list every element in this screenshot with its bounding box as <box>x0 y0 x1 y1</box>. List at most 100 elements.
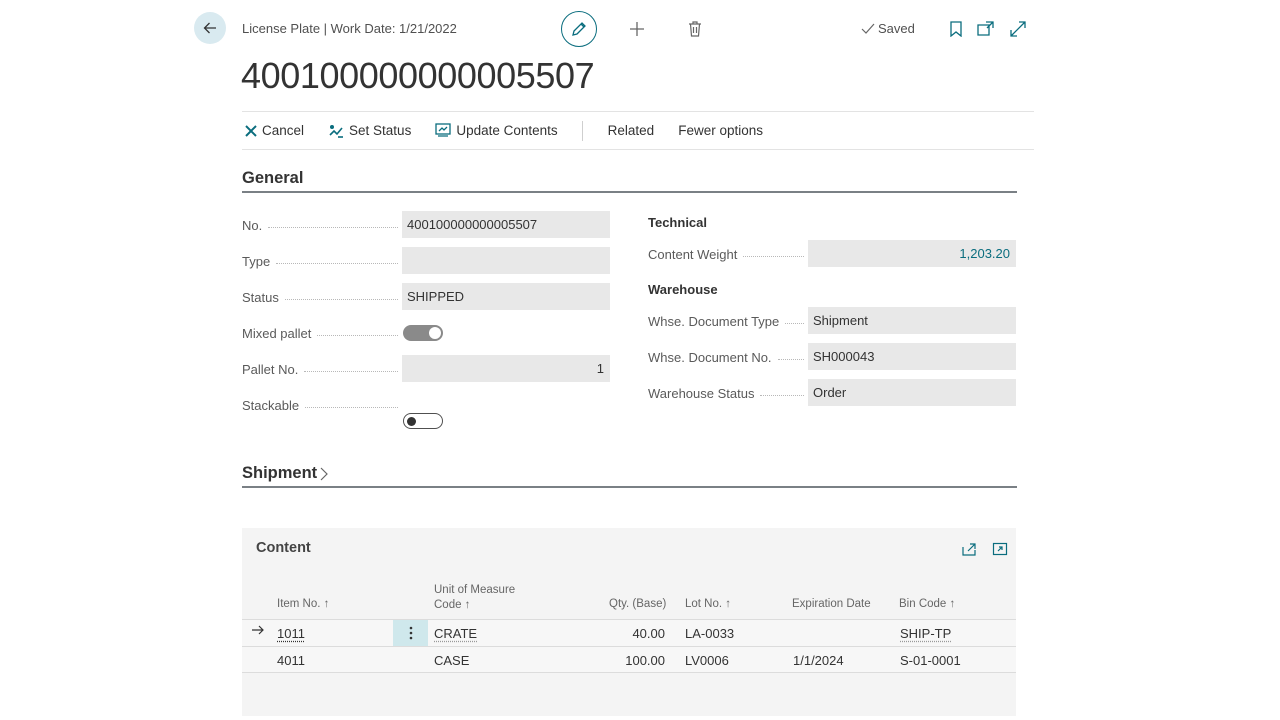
checkmark-icon <box>861 23 875 34</box>
col-expiration-date[interactable]: Expiration Date <box>792 598 871 610</box>
mixed-pallet-label: Mixed pallet <box>242 325 402 341</box>
delete-button[interactable] <box>683 17 707 41</box>
general-section-title[interactable]: General <box>242 169 303 188</box>
stackable-label-text: Stackable <box>242 397 300 413</box>
item-no-cell[interactable]: 1011 <box>277 626 305 641</box>
label-dots <box>276 262 398 264</box>
plus-icon <box>630 22 644 36</box>
trash-icon <box>689 21 701 37</box>
no-label: No. <box>242 217 402 233</box>
content-weight-field[interactable]: 1,203.20 <box>808 240 1016 267</box>
label-dots <box>785 322 804 324</box>
type-field[interactable] <box>402 247 610 274</box>
type-label-text: Type <box>242 253 271 269</box>
expiration-cell[interactable]: 1/1/2024 <box>793 653 844 668</box>
saved-status: Saved <box>861 21 915 36</box>
status-field[interactable]: SHIPPED <box>402 283 610 310</box>
no-field[interactable]: 400100000000005507 <box>402 211 610 238</box>
whse-document-type-label: Whse. Document Type <box>648 313 808 329</box>
uom-cell[interactable]: CASE <box>434 653 469 668</box>
back-button[interactable] <box>194 12 226 44</box>
col-item-no[interactable]: Item No. ↑ <box>277 598 329 610</box>
bookmark-icon <box>950 21 962 37</box>
item-no-cell[interactable]: 4011 <box>277 653 305 668</box>
bookmark-button[interactable] <box>944 17 968 41</box>
col-bin-code[interactable]: Bin Code ↑ <box>899 598 955 610</box>
more-vertical-icon <box>409 626 412 640</box>
page-title: 400100000000005507 <box>241 55 595 96</box>
pencil-icon <box>572 22 586 36</box>
type-label: Type <box>242 253 402 269</box>
related-menu[interactable]: Related <box>608 123 655 138</box>
arrow-left-icon <box>203 22 216 34</box>
col-uom-line2[interactable]: Code ↑ <box>434 599 470 611</box>
bin-cell[interactable]: S-01-0001 <box>900 653 961 668</box>
shipment-section-title[interactable]: Shipment <box>242 464 329 483</box>
cancel-label: Cancel <box>262 123 305 138</box>
stackable-label: Stackable <box>242 397 402 413</box>
lot-cell[interactable]: LV0006 <box>685 653 729 668</box>
related-label: Related <box>607 123 655 138</box>
uom-cell[interactable]: CRATE <box>434 626 477 641</box>
page-caption: License Plate | Work Date: 1/21/2022 <box>242 21 457 36</box>
content-title[interactable]: Content <box>256 540 311 556</box>
action-divider <box>581 120 583 141</box>
label-dots <box>304 370 398 372</box>
share-button[interactable] <box>959 539 979 559</box>
update-contents-label: Update Contents <box>456 123 558 138</box>
update-contents-icon <box>435 123 451 137</box>
general-section-divider <box>242 191 1017 193</box>
new-button[interactable] <box>625 17 649 41</box>
set-status-label: Set Status <box>349 123 412 138</box>
pallet-no-field[interactable]: 1 <box>402 355 610 382</box>
row-menu-button[interactable] <box>393 620 428 646</box>
mixed-pallet-label-text: Mixed pallet <box>242 325 312 341</box>
mixed-pallet-toggle[interactable] <box>403 325 443 341</box>
lot-cell[interactable]: LA-0033 <box>685 626 734 641</box>
open-in-new-window-icon <box>977 21 994 36</box>
label-dots <box>305 406 398 408</box>
pallet-no-label: Pallet No. <box>242 361 402 377</box>
no-label-text: No. <box>242 217 263 233</box>
content-weight-label: Content Weight <box>648 246 808 262</box>
expand-button[interactable] <box>1006 17 1030 41</box>
chevron-right-icon <box>320 467 329 480</box>
table-row[interactable]: 4011 CASE 100.00 LV0006 1/1/2024 S-01-00… <box>242 646 1016 673</box>
status-label: Status <box>242 289 402 305</box>
close-icon <box>245 124 257 137</box>
col-uom-line1[interactable]: Unit of Measure <box>434 584 515 596</box>
fewer-options-button[interactable]: Fewer options <box>678 123 763 138</box>
whse-document-type-label-text: Whse. Document Type <box>648 313 780 329</box>
current-row-arrow-icon <box>251 624 265 639</box>
expand-icon <box>1010 21 1026 37</box>
qty-cell[interactable]: 40.00 <box>585 626 665 641</box>
technical-heading: Technical <box>648 215 708 230</box>
expand-part-icon <box>992 542 1008 556</box>
status-label-text: Status <box>242 289 279 305</box>
cancel-action[interactable]: Cancel <box>245 123 304 138</box>
col-lot-no[interactable]: Lot No. ↑ <box>685 598 731 610</box>
whse-document-no-field[interactable]: SH000043 <box>808 343 1016 370</box>
label-dots <box>743 255 804 257</box>
shipment-title-text: Shipment <box>242 464 318 482</box>
update-contents-action[interactable]: Update Contents <box>435 123 558 138</box>
label-dots <box>284 298 398 300</box>
col-qty-base[interactable]: Qty. (Base) <box>609 598 666 610</box>
stackable-toggle[interactable] <box>403 413 443 429</box>
fewer-options-label: Fewer options <box>678 123 763 138</box>
set-status-icon <box>329 124 344 138</box>
label-dots <box>268 226 398 228</box>
set-status-action[interactable]: Set Status <box>328 123 411 139</box>
warehouse-status-field[interactable]: Order <box>808 379 1016 406</box>
open-new-window-button[interactable] <box>974 17 998 41</box>
expand-part-button[interactable] <box>990 539 1010 559</box>
action-bar: Cancel Set Status Update Contents Relate… <box>242 111 1034 150</box>
edit-button[interactable] <box>561 11 597 47</box>
bin-cell[interactable]: SHIP-TP <box>900 626 951 641</box>
qty-cell[interactable]: 100.00 <box>585 653 665 668</box>
whse-document-type-field[interactable]: Shipment <box>808 307 1016 334</box>
whse-document-no-label: Whse. Document No. <box>648 349 808 365</box>
share-icon <box>962 543 976 556</box>
whse-document-no-label-text: Whse. Document No. <box>648 349 772 365</box>
table-row[interactable]: 1011 CRATE 40.00 LA-0033 SHIP-TP <box>242 619 1016 646</box>
